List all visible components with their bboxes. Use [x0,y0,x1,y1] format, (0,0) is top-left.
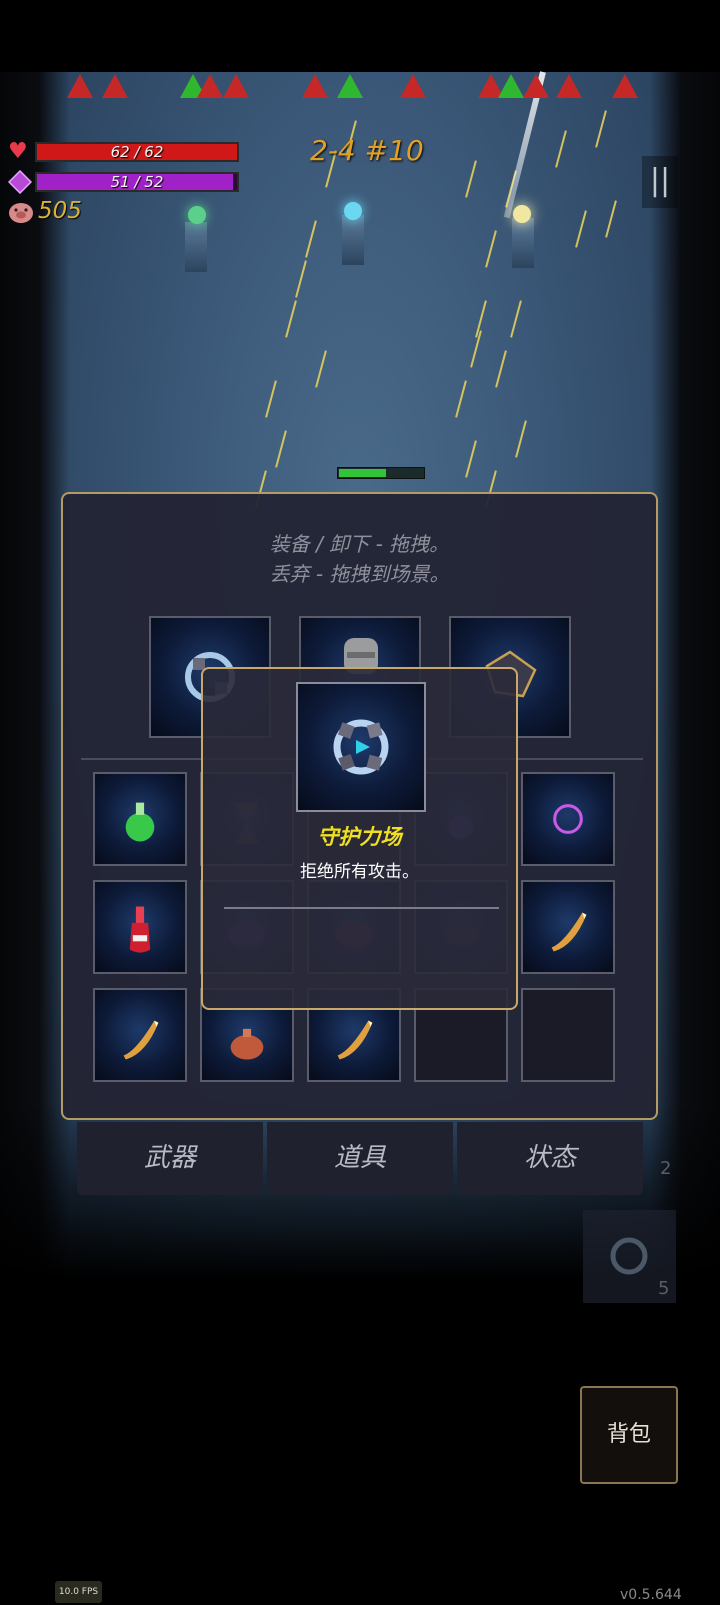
wave-marker-red [102,74,128,98]
horn-icon [123,1020,159,1060]
tooltip-title: 守护力场 [317,825,402,849]
mana-bar: 51 / 52 [35,172,239,192]
wave-marker-red [197,74,223,98]
tower-glow [344,202,362,220]
shield-orb-icon [333,719,389,775]
item-tooltip: 守护力场 拒绝所有攻击。 [201,667,518,1010]
wave-marker-green [498,74,524,98]
tab-weapons[interactable]: 武器 [77,1122,263,1195]
tooltip-description: 拒绝所有攻击。 [300,862,419,882]
item-slot[interactable] [93,772,187,866]
coin-count: 505 [38,198,82,224]
tower-glow [513,205,531,223]
stage-label: 2-4 #10 [310,134,424,167]
hint-equip: 装备 / 卸下 - 拖拽。 [269,532,450,556]
item-slot[interactable] [521,880,615,974]
wave-marker-red [302,74,328,98]
red-potion-icon [129,906,151,953]
tooltip-icon-frame [296,682,426,812]
item-slot[interactable] [93,880,187,974]
tooltip-divider [224,907,499,909]
horn-icon [551,912,587,952]
tower-glow [188,206,206,224]
tower [512,218,534,268]
tower [342,215,364,265]
green-potion-icon [125,802,155,842]
bag-button[interactable]: 背包 [580,1386,678,1484]
enemy-health-fill [339,469,387,477]
health-text: 62 / 62 [110,143,164,161]
wave-marker-red [523,74,549,98]
health-bar: 62 / 62 [35,142,239,162]
tower [185,222,207,272]
tab-status[interactable]: 状态 [457,1122,643,1195]
enemy-health-bar [337,467,425,479]
mana-text: 51 / 52 [110,173,164,191]
item-slot[interactable] [521,988,615,1082]
heart-icon: ♥ [8,139,28,164]
pig-coin-icon [8,200,33,224]
side-count: 2 [660,1158,672,1179]
wave-marker-red [400,74,426,98]
quick-slot-count: 5 [658,1278,670,1299]
wave-marker-red [223,74,249,98]
game-screen: ♥ 62 / 62 51 / 52 505 2-4 #10 || 装备 / 卸下… [0,0,720,1605]
mana-gem-icon [7,169,33,195]
hint-discard: 丢弃 - 拖拽到场景。 [269,562,450,586]
pause-icon[interactable]: || [642,156,678,208]
wave-marker-green [337,74,363,98]
item-slot[interactable] [93,988,187,1082]
dark-vortex-icon [553,804,583,834]
version-label: v0.5.644 [620,1587,682,1603]
fps-counter: 10.0 FPS [55,1581,102,1603]
wave-marker-red [67,74,93,98]
tab-items[interactable]: 道具 [267,1122,453,1195]
wave-marker-red [556,74,582,98]
wave-marker-red [612,74,638,98]
item-slot[interactable] [521,772,615,866]
